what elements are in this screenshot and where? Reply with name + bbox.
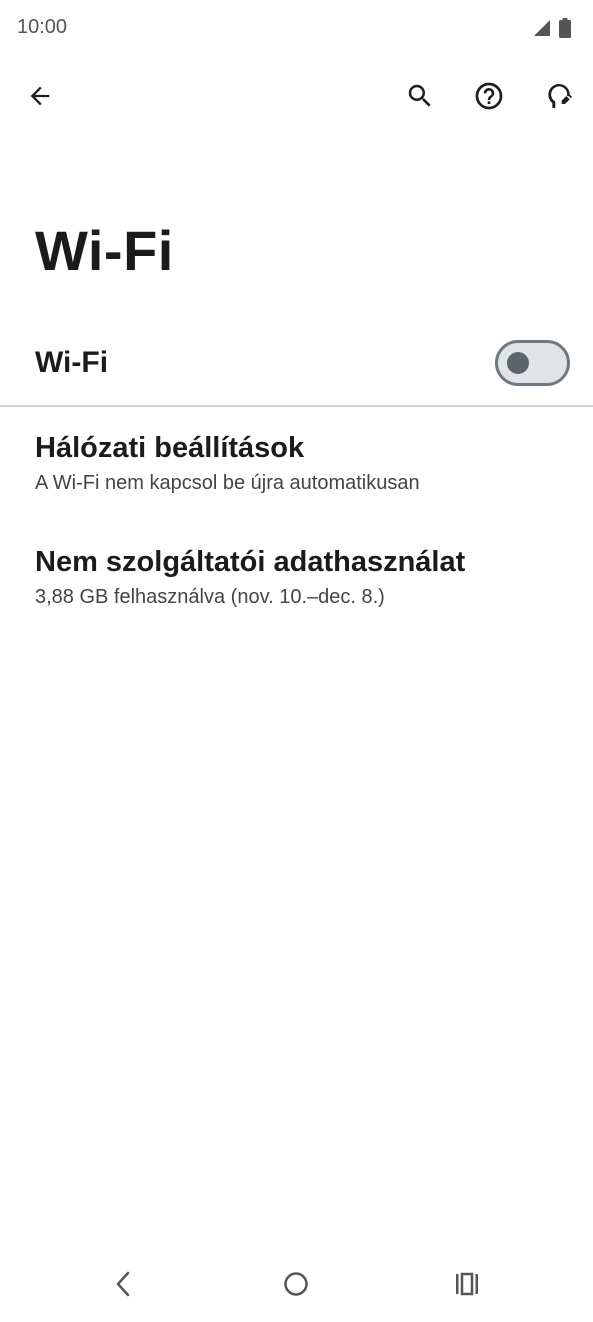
- page-title: Wi-Fi: [35, 219, 174, 282]
- status-time: 10:00: [17, 16, 68, 38]
- nav-recents-icon: [453, 1270, 481, 1303]
- nav-back-icon: [112, 1270, 136, 1303]
- nav-home-button[interactable]: [272, 1262, 320, 1310]
- nav-home-icon: [282, 1270, 310, 1303]
- status-icons: [533, 18, 571, 43]
- search-icon: [405, 81, 435, 116]
- battery-icon: [559, 18, 571, 43]
- status-bar: 10:00: [0, 0, 593, 56]
- toolbar: [0, 64, 593, 132]
- pref-summary: 3,88 GB felhasználva (nov. 10.–dec. 8.): [35, 586, 385, 608]
- toggle-thumb: [507, 352, 529, 374]
- pref-title: Nem szolgáltatói adathasználat: [35, 546, 466, 578]
- nav-recents-button[interactable]: [443, 1262, 491, 1310]
- wifi-toggle-row[interactable]: Wi-Fi: [0, 322, 593, 406]
- divider: [0, 405, 593, 407]
- help-icon: [473, 80, 505, 117]
- navigation-bar: [0, 1250, 593, 1322]
- signal-icon: [533, 19, 551, 42]
- pref-non-carrier-data-usage[interactable]: Nem szolgáltatói adathasználat 3,88 GB f…: [0, 532, 593, 632]
- search-button[interactable]: [396, 74, 444, 122]
- wifi-toggle-switch[interactable]: [495, 340, 570, 386]
- pref-title: Hálózati beállítások: [35, 432, 305, 464]
- back-arrow-icon: [26, 82, 54, 115]
- back-button[interactable]: [16, 74, 64, 122]
- help-button[interactable]: [465, 74, 513, 122]
- pref-summary: A Wi-Fi nem kapcsol be újra automatikusa…: [35, 472, 420, 494]
- feedback-button[interactable]: [535, 74, 583, 122]
- feedback-icon: [543, 80, 575, 117]
- wifi-toggle-label: Wi-Fi: [35, 346, 109, 379]
- nav-back-button[interactable]: [100, 1262, 148, 1310]
- wifi-settings-screen: 10:00 Wi-Fi Wi-Fi Hálózati beállítások A…: [0, 0, 593, 1322]
- pref-network-settings[interactable]: Hálózati beállítások A Wi-Fi nem kapcsol…: [0, 418, 593, 518]
